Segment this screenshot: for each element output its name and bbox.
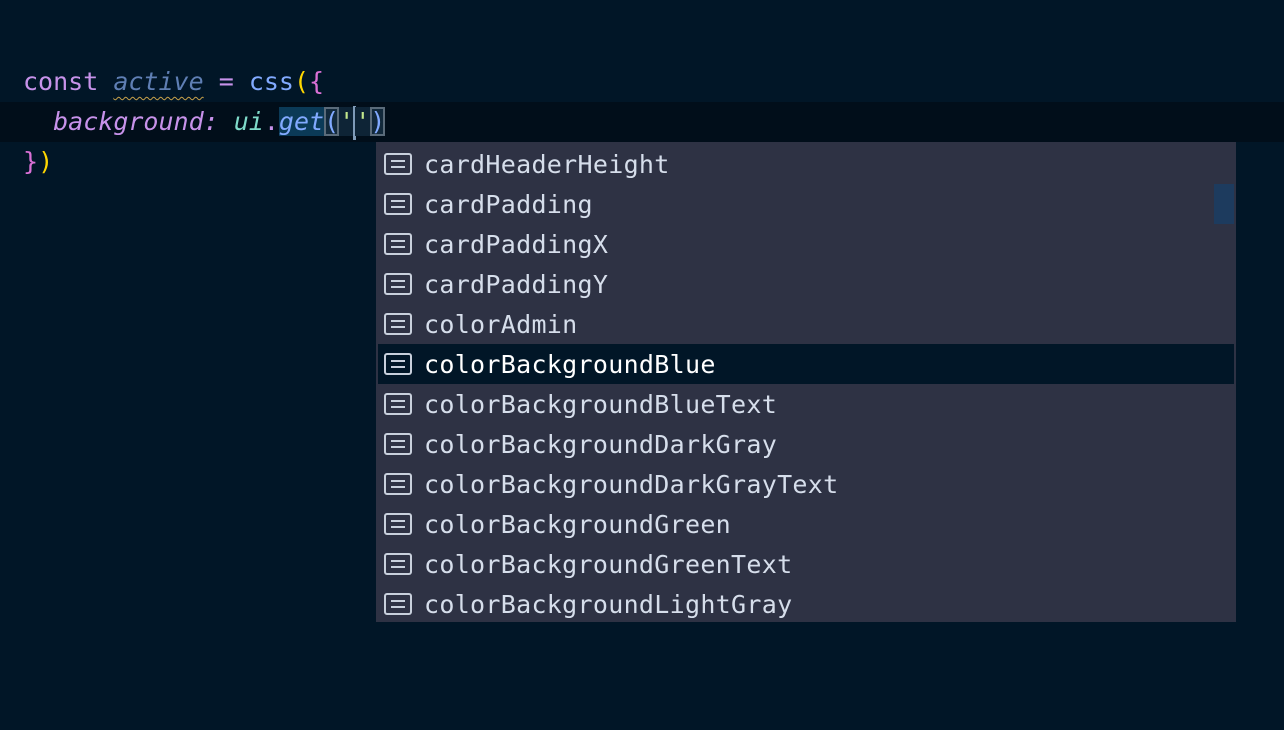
close-brace: } (23, 147, 39, 176)
suggestion-label: colorBackgroundBlueText (424, 389, 778, 419)
suggestion-label: colorBackgroundLightGray (424, 589, 793, 619)
suggestion-item[interactable]: colorBackgroundBlueText (378, 384, 1234, 424)
suggestion-item[interactable]: colorBackgroundDarkGray (378, 424, 1234, 464)
member-dot: . (263, 107, 279, 136)
method-get: get (278, 107, 325, 136)
variable-active-with-warning[interactable]: active (113, 67, 203, 96)
object-ui: ui (233, 107, 264, 136)
suggestion-item[interactable]: cardHeaderHeight (378, 144, 1234, 184)
suggestion-item-selected[interactable]: colorBackgroundBlue (378, 344, 1234, 384)
list-text-icon (384, 313, 412, 335)
suggestion-item[interactable]: colorBackgroundLightGray (378, 584, 1234, 622)
suggestion-item[interactable]: colorBackgroundDarkGrayText (378, 464, 1234, 504)
assign-operator: = (218, 67, 234, 96)
suggestion-label: colorBackgroundGreen (424, 509, 732, 539)
list-text-icon (384, 193, 412, 215)
list-text-icon (384, 513, 412, 535)
list-text-icon (384, 153, 412, 175)
suggestion-label: cardPaddingY (424, 269, 609, 299)
suggestion-item[interactable]: cardPaddingY (378, 264, 1234, 304)
suggestion-label: cardPaddingX (424, 229, 609, 259)
suggestion-item[interactable]: colorBackgroundGreen (378, 504, 1234, 544)
autocomplete-suggestion-list[interactable]: cardHeaderHeight cardPadding cardPadding… (376, 142, 1236, 622)
list-text-icon (384, 473, 412, 495)
code-editor[interactable]: const active = css({ background: ui.get(… (0, 0, 1284, 730)
matched-close-paren: ) (370, 107, 386, 136)
suggestion-item[interactable]: colorAdmin (378, 304, 1234, 344)
suggestion-item[interactable]: cardPadding (378, 184, 1234, 224)
list-text-icon (384, 273, 412, 295)
suggestion-item[interactable]: cardPaddingX (378, 224, 1234, 264)
colon: : (203, 107, 219, 136)
matched-open-paren: ( (324, 107, 340, 136)
code-line-2-current[interactable]: background: ui.get('') (0, 102, 1284, 142)
list-text-icon (384, 353, 412, 375)
function-css: css (248, 67, 294, 96)
close-paren: ) (38, 147, 54, 176)
open-paren: ( (293, 67, 310, 96)
suggestion-item[interactable]: colorBackgroundGreenText (378, 544, 1234, 584)
open-brace: { (309, 67, 325, 96)
suggestion-label: cardHeaderHeight (424, 149, 670, 179)
list-text-icon (384, 233, 412, 255)
list-text-icon (384, 553, 412, 575)
list-text-icon (384, 433, 412, 455)
suggestion-label: colorBackgroundDarkGrayText (424, 469, 839, 499)
suggestion-label: colorBackgroundDarkGray (424, 429, 778, 459)
suggestion-label: colorBackgroundBlue (424, 349, 716, 379)
suggestion-label: colorBackgroundGreenText (424, 549, 793, 579)
property-background: background (53, 107, 204, 136)
list-text-icon (384, 393, 412, 415)
string-quote-close: ' (355, 107, 371, 136)
code-line-1[interactable]: const active = css({ (0, 62, 1284, 102)
string-quote-open: ' (339, 107, 355, 136)
list-text-icon (384, 593, 412, 615)
suggestion-label: colorAdmin (424, 309, 578, 339)
keyword-const: const (23, 67, 99, 96)
suggestion-label: cardPadding (424, 189, 593, 219)
